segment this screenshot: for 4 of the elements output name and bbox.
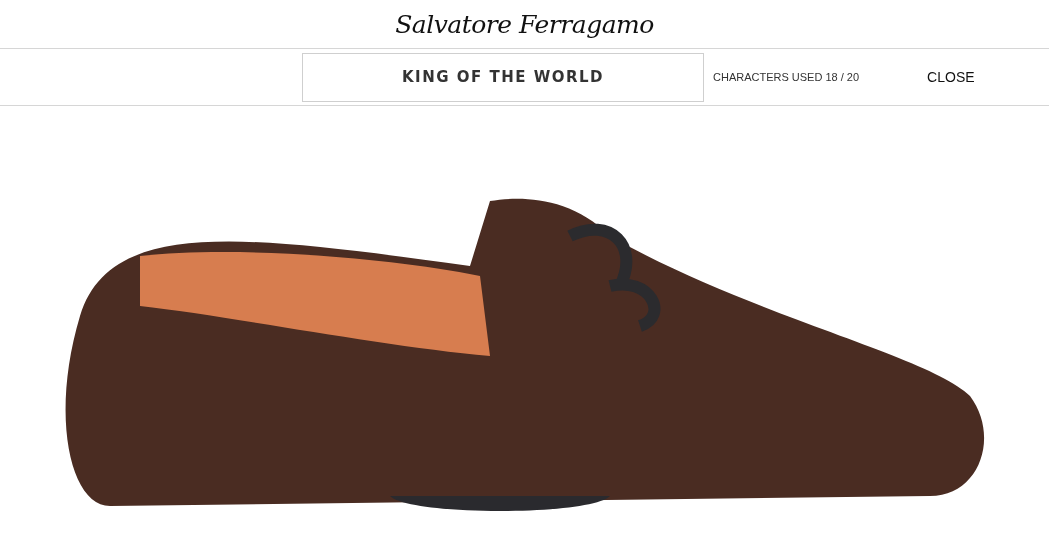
brand-logo: Salvatore Ferragamo bbox=[395, 9, 654, 39]
engraving-field[interactable]: KING OF THE WORLD bbox=[302, 52, 704, 102]
character-counter: CHARACTERS USED 18 / 20 bbox=[713, 71, 860, 83]
close-button[interactable]: CLOSE bbox=[927, 67, 975, 87]
